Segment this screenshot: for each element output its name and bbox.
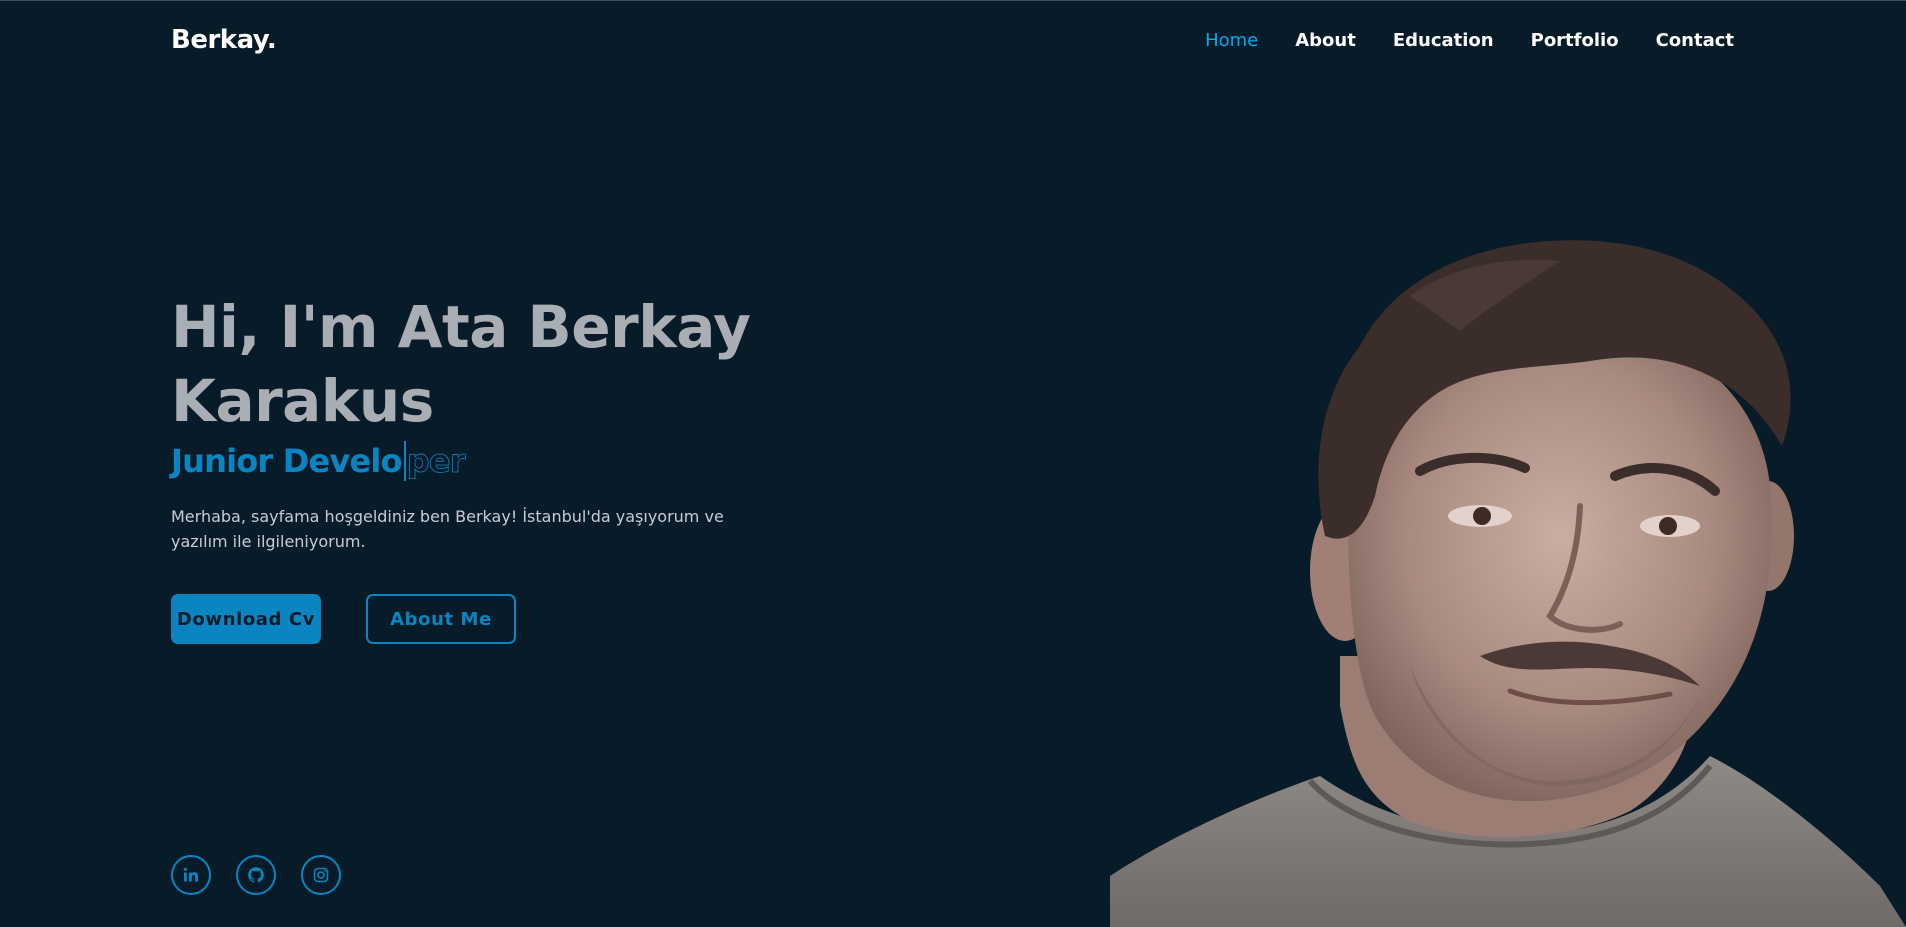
hero-buttons: Download Cv About Me	[171, 594, 516, 644]
hero-section: Hi, I'm Ata Berkay Karakus Junior Develo…	[171, 290, 791, 554]
github-icon	[248, 867, 264, 883]
site-header: Berkay. Home About Education Portfolio C…	[171, 20, 1734, 60]
hero-intro: Merhaba, sayfama hoşgeldiniz ben Berkay!…	[171, 507, 724, 551]
hero-subtitle: Junior Develo per	[171, 438, 791, 484]
about-me-button[interactable]: About Me	[366, 594, 516, 644]
github-link[interactable]	[236, 855, 276, 895]
typing-caret	[403, 441, 406, 481]
instagram-icon	[313, 867, 329, 883]
top-border	[0, 0, 1906, 1]
profile-photo	[1110, 240, 1906, 927]
hero-title-line1: Hi, I'm Ata Berkay	[171, 293, 751, 361]
page: Berkay. Home About Education Portfolio C…	[0, 0, 1906, 927]
nav-about[interactable]: About	[1295, 30, 1356, 51]
subtitle-typed-text: Junior Develo	[171, 442, 403, 480]
download-cv-button[interactable]: Download Cv	[171, 594, 321, 644]
linkedin-icon	[183, 867, 198, 882]
nav-education[interactable]: Education	[1393, 30, 1494, 51]
subtitle-outlined-text: per	[406, 442, 466, 481]
instagram-link[interactable]	[301, 855, 341, 895]
nav-home[interactable]: Home	[1205, 30, 1258, 51]
main-nav: Home About Education Portfolio Contact	[1205, 30, 1734, 51]
site-logo[interactable]: Berkay.	[171, 25, 277, 55]
hero-title-line2: Karakus	[171, 367, 434, 435]
nav-contact[interactable]: Contact	[1656, 30, 1734, 51]
linkedin-link[interactable]	[171, 855, 211, 895]
social-links	[171, 855, 366, 895]
nav-portfolio[interactable]: Portfolio	[1531, 30, 1619, 51]
hero-title: Hi, I'm Ata Berkay Karakus	[171, 290, 791, 438]
